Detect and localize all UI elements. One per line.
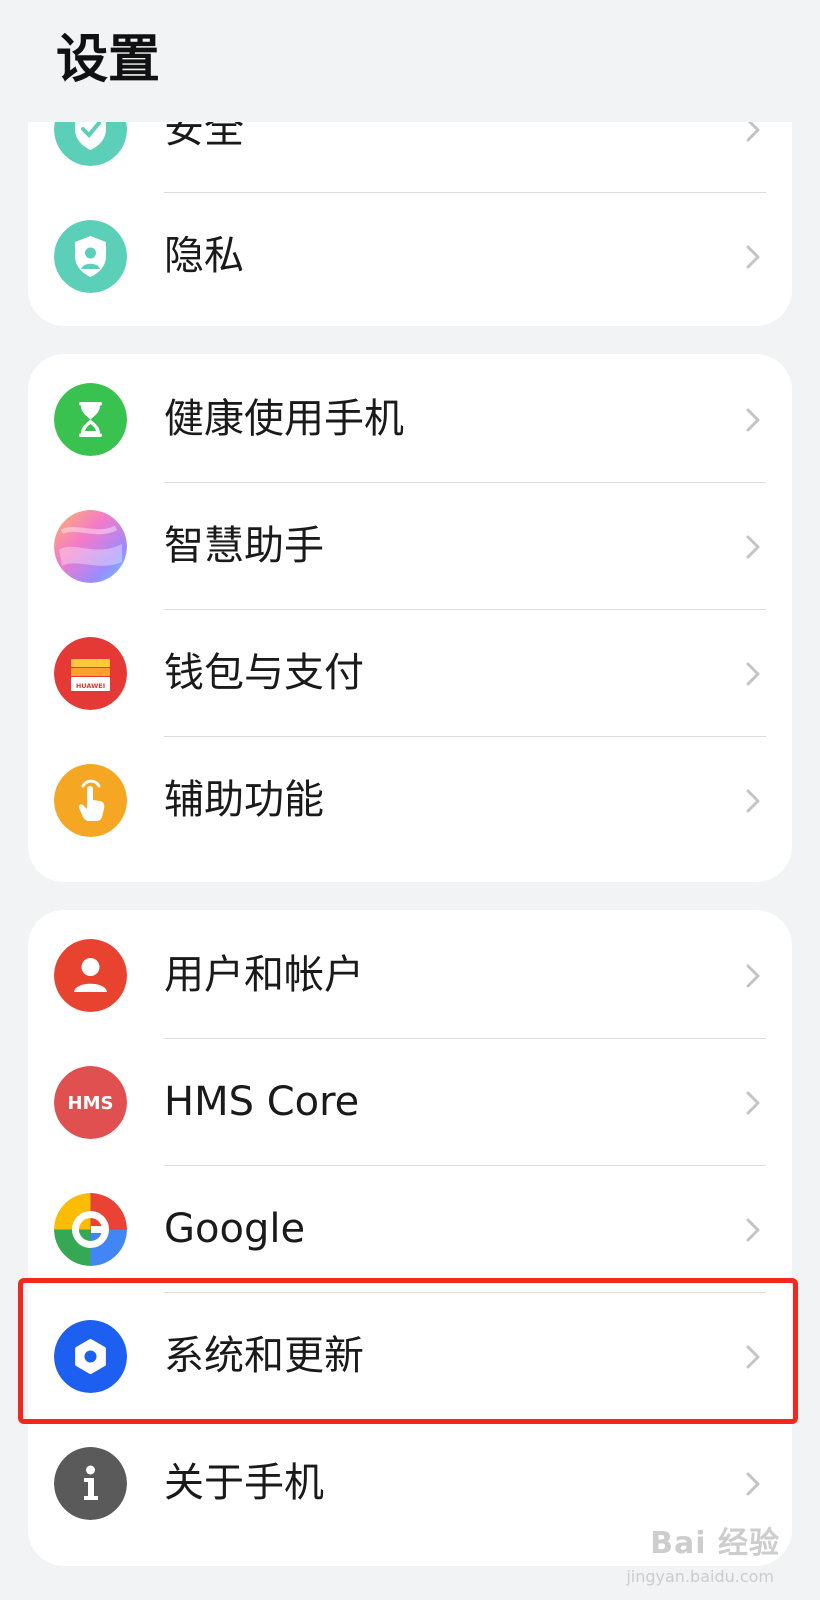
hourglass-icon bbox=[54, 383, 127, 456]
settings-item-label: 隐私 bbox=[164, 233, 244, 279]
settings-item-system-update[interactable]: 系统和更新 bbox=[28, 1293, 792, 1420]
chevron-right-icon bbox=[740, 962, 766, 990]
settings-item-label: 安全 bbox=[164, 122, 244, 152]
settings-item-google[interactable]: Google bbox=[28, 1166, 792, 1293]
settings-item-label: 健康使用手机 bbox=[164, 396, 404, 442]
gear-icon bbox=[54, 1320, 127, 1393]
info-icon bbox=[54, 1447, 127, 1520]
wallet-icon: HUAWEI bbox=[54, 637, 127, 710]
google-icon bbox=[54, 1193, 127, 1266]
settings-item-security[interactable]: 安全 bbox=[28, 122, 792, 193]
wallet-icon-text: HUAWEI bbox=[76, 682, 105, 690]
settings-item-hms-core[interactable]: HMS HMS Core bbox=[28, 1039, 792, 1166]
settings-item-label: 关于手机 bbox=[164, 1460, 324, 1506]
settings-item-label: Google bbox=[164, 1206, 306, 1252]
settings-item-label: 钱包与支付 bbox=[164, 650, 364, 696]
page-title: 设置 bbox=[56, 30, 161, 90]
settings-item-label: 辅助功能 bbox=[164, 777, 324, 823]
chevron-right-icon bbox=[740, 1216, 766, 1244]
chevron-right-icon bbox=[740, 1470, 766, 1498]
settings-group-wellbeing: 健康使用手机 智慧助手 HUAWEI 钱包与支付 辅助功能 bbox=[28, 354, 792, 882]
chevron-right-icon bbox=[740, 533, 766, 561]
settings-group-security: 安全 隐私 bbox=[28, 122, 792, 326]
chevron-right-icon bbox=[740, 1089, 766, 1117]
hand-tap-icon bbox=[54, 764, 127, 837]
chevron-right-icon bbox=[740, 243, 766, 271]
settings-item-label: 智慧助手 bbox=[164, 523, 324, 569]
chevron-right-icon bbox=[740, 406, 766, 434]
hms-core-icon: HMS bbox=[54, 1066, 127, 1139]
hms-icon-text: HMS bbox=[68, 1093, 114, 1114]
user-icon bbox=[54, 939, 127, 1012]
chevron-right-icon bbox=[740, 1343, 766, 1371]
watermark: Bai 经验 bbox=[650, 1526, 780, 1561]
settings-group-system: 用户和帐户 HMS HMS Core Google 系统和更新 关于手机 bbox=[28, 910, 792, 1566]
smart-assistant-icon bbox=[54, 510, 127, 583]
settings-item-smart-assistant[interactable]: 智慧助手 bbox=[28, 483, 792, 610]
watermark-url: jingyan.baidu.com bbox=[626, 1567, 774, 1586]
security-shield-icon bbox=[54, 122, 127, 166]
settings-item-accessibility[interactable]: 辅助功能 bbox=[28, 737, 792, 864]
settings-item-digital-balance[interactable]: 健康使用手机 bbox=[28, 356, 792, 483]
chevron-right-icon bbox=[740, 660, 766, 688]
chevron-right-icon bbox=[740, 122, 766, 144]
chevron-right-icon bbox=[740, 787, 766, 815]
settings-item-label: 用户和帐户 bbox=[164, 952, 364, 998]
privacy-shield-icon bbox=[54, 220, 127, 293]
settings-item-label: HMS Core bbox=[164, 1079, 360, 1125]
settings-item-privacy[interactable]: 隐私 bbox=[28, 193, 792, 320]
settings-item-label: 系统和更新 bbox=[164, 1333, 364, 1379]
settings-item-users-accounts[interactable]: 用户和帐户 bbox=[28, 912, 792, 1039]
settings-item-wallet[interactable]: HUAWEI 钱包与支付 bbox=[28, 610, 792, 737]
